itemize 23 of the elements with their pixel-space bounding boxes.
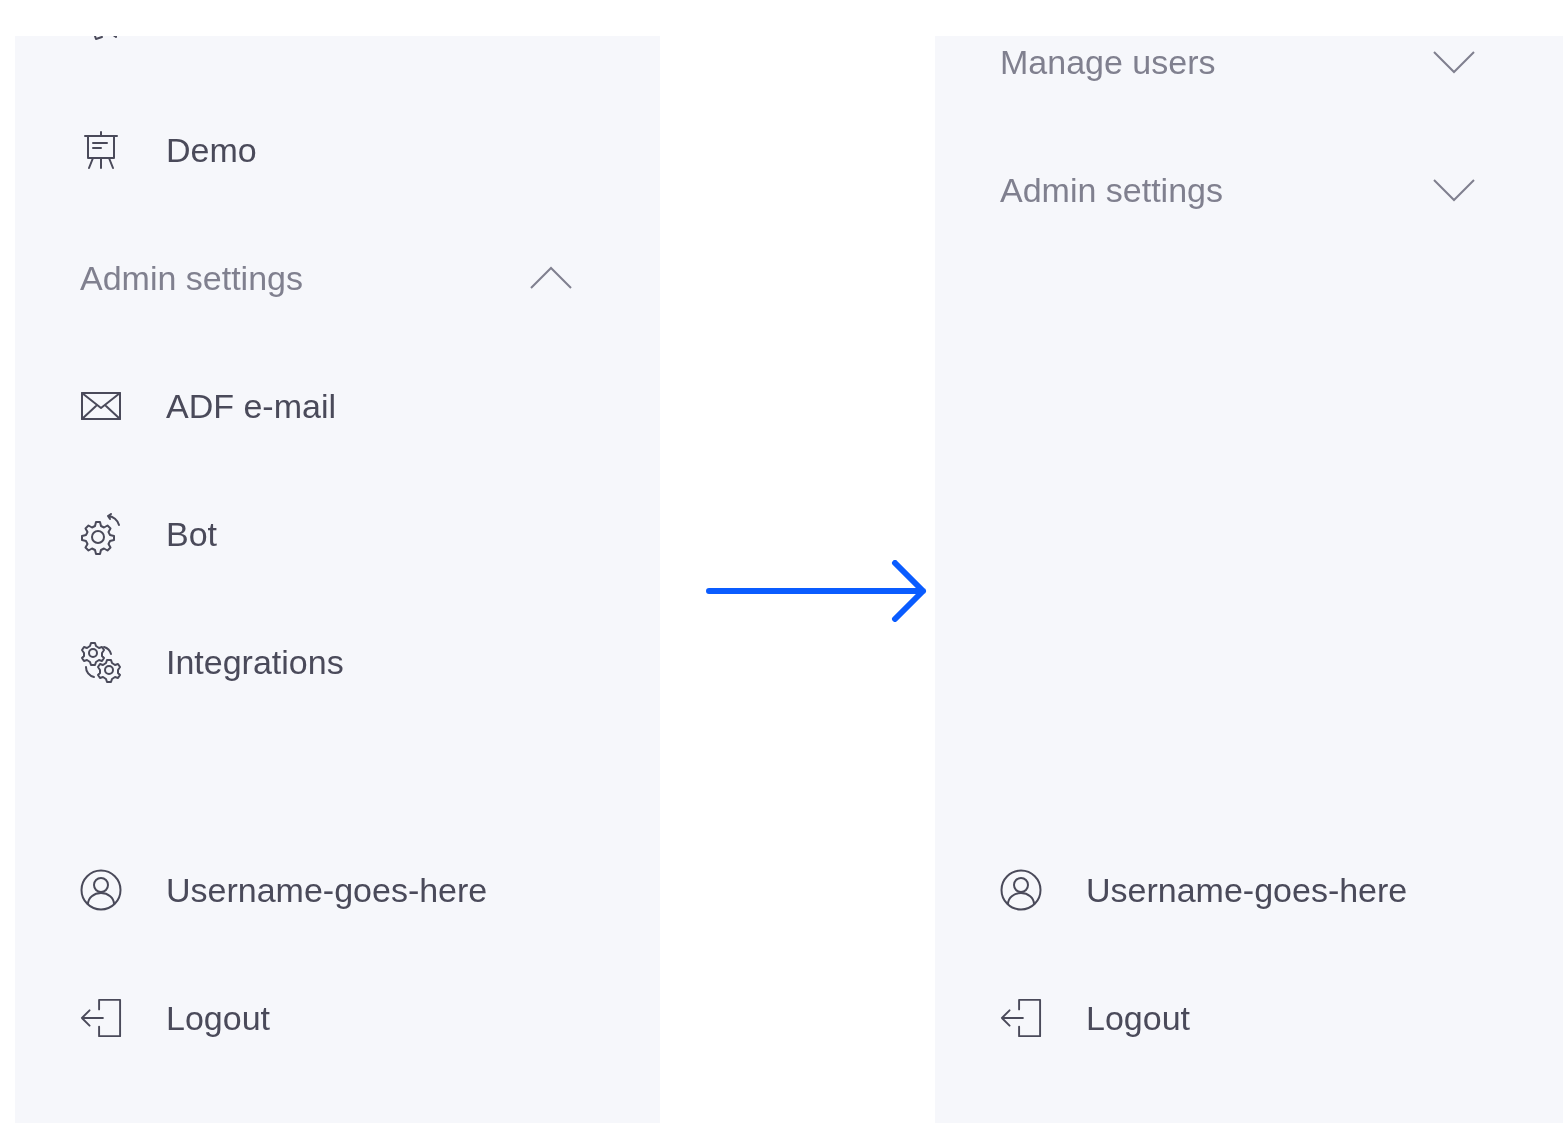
chevron-down-icon[interactable]: [1433, 50, 1475, 74]
menu-item[interactable]: Bot: [166, 508, 218, 560]
menu-item[interactable]: Username-goes-here: [1086, 864, 1408, 916]
logout-icon: [1000, 997, 1042, 1039]
menu-item[interactable]: Username-goes-here: [166, 864, 488, 916]
section-heading[interactable]: Admin settings: [1000, 164, 1223, 216]
menu-item[interactable]: ADF e-mail: [166, 380, 337, 432]
user-icon: [1000, 869, 1042, 911]
gear-with-arrow-icon: [80, 513, 122, 555]
chevron-down-icon[interactable]: [1433, 178, 1475, 202]
menu-item[interactable]: Logout: [166, 992, 270, 1044]
envelope-icon: [80, 391, 122, 421]
gears-icon: [80, 641, 122, 683]
logout-icon: [80, 997, 122, 1039]
easel-icon: [83, 130, 119, 170]
right-arrow-icon: [706, 559, 928, 622]
menu-item[interactable]: Demo: [166, 124, 257, 176]
user-icon: [80, 869, 122, 911]
menu-item[interactable]: Integrations: [166, 636, 344, 688]
chevron-up-icon[interactable]: [530, 266, 572, 290]
section-heading[interactable]: Manage users: [1000, 36, 1216, 88]
section-heading[interactable]: Admin settings: [80, 252, 303, 304]
menu-item[interactable]: Logout: [1086, 992, 1190, 1044]
